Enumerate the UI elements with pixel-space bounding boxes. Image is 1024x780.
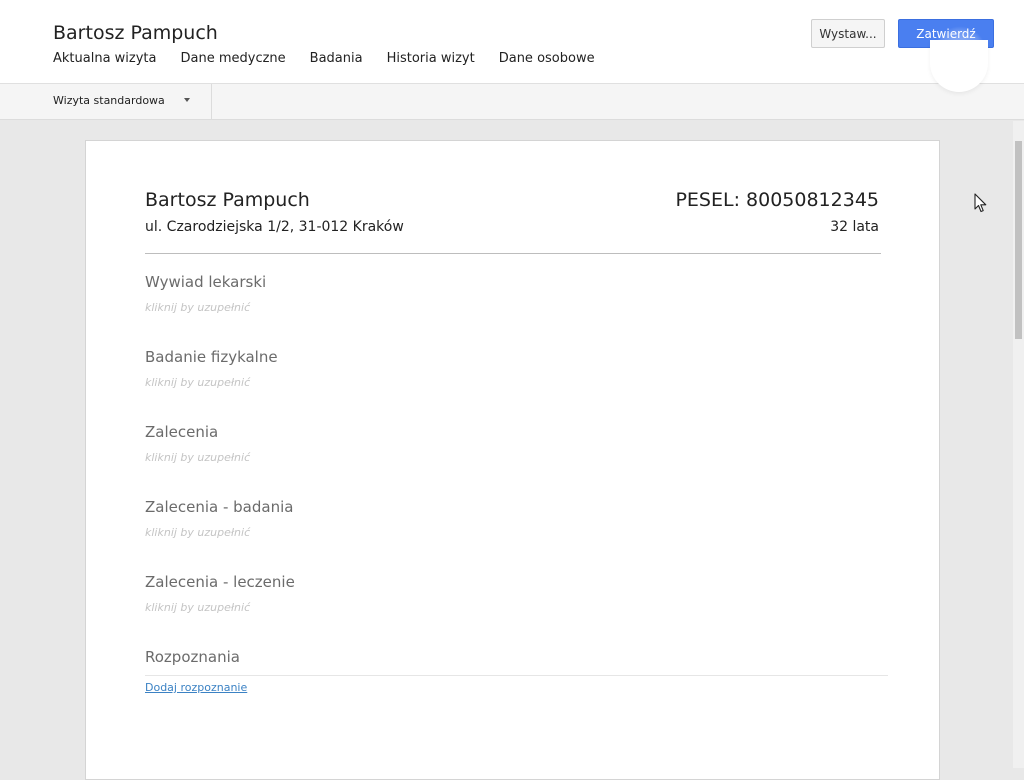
document-age: 32 lata xyxy=(830,219,879,235)
physical-exam-field[interactable]: kliknij by uzupełnić xyxy=(145,376,881,389)
tab-personal-data[interactable]: Dane osobowe xyxy=(499,51,595,66)
section-title: Zalecenia xyxy=(145,423,219,441)
recommendations-treatment-field[interactable]: kliknij by uzupełnić xyxy=(145,601,881,614)
document-patient-address: ul. Czarodziejska 1/2, 31-012 Kraków xyxy=(145,219,404,235)
issue-button[interactable]: Wystaw... xyxy=(811,19,885,48)
visit-type-value: Wizyta standardowa xyxy=(53,94,165,107)
mouse-cursor-icon xyxy=(974,193,987,213)
page-title: Bartosz Pampuch xyxy=(53,22,218,44)
recommendations-tests-field[interactable]: kliknij by uzupełnić xyxy=(145,526,881,539)
visit-document: Bartosz Pampuch ul. Czarodziejska 1/2, 3… xyxy=(85,140,940,780)
tab-current-visit[interactable]: Aktualna wizyta xyxy=(53,51,157,66)
section-medical-interview: Wywiad lekarski kliknij by uzupełnić xyxy=(145,273,881,314)
tab-medical-data[interactable]: Dane medyczne xyxy=(181,51,286,66)
document-patient-name: Bartosz Pampuch xyxy=(145,189,310,211)
visit-type-select[interactable]: Wizyta standardowa xyxy=(0,84,212,120)
section-recommendations-treatment: Zalecenia - leczenie kliknij by uzupełni… xyxy=(145,573,881,614)
section-title: Zalecenia - badania xyxy=(145,498,294,516)
confirm-button-label: Zatwierdź xyxy=(916,26,976,41)
add-diagnosis-link[interactable]: Dodaj rozpoznanie xyxy=(145,681,247,694)
recommendations-field[interactable]: kliknij by uzupełnić xyxy=(145,451,881,464)
toolbar: Wizyta standardowa xyxy=(0,84,1024,120)
section-title: Rozpoznania xyxy=(145,648,240,666)
tab-visit-history[interactable]: Historia wizyt xyxy=(387,51,475,66)
scrollbar-thumb[interactable] xyxy=(1015,141,1022,339)
section-title: Wywiad lekarski xyxy=(145,273,267,291)
chevron-down-icon xyxy=(184,98,190,102)
content-area: Bartosz Pampuch ul. Czarodziejska 1/2, 3… xyxy=(0,121,1013,780)
tab-examinations[interactable]: Badania xyxy=(310,51,363,66)
document-divider xyxy=(145,253,881,254)
diagnoses-divider xyxy=(145,675,888,676)
section-recommendations: Zalecenia kliknij by uzupełnić xyxy=(145,423,881,464)
section-title: Zalecenia - leczenie xyxy=(145,573,295,591)
nav-tabs: Aktualna wizyta Dane medyczne Badania Hi… xyxy=(53,51,595,66)
section-diagnoses: Rozpoznania xyxy=(145,648,881,666)
medical-interview-field[interactable]: kliknij by uzupełnić xyxy=(145,301,881,314)
section-recommendations-tests: Zalecenia - badania kliknij by uzupełnić xyxy=(145,498,881,539)
scrollbar[interactable] xyxy=(1013,121,1024,768)
document-pesel: PESEL: 80050812345 xyxy=(675,189,879,211)
app-header: Bartosz Pampuch Aktualna wizyta Dane med… xyxy=(0,0,1024,84)
section-title: Badanie fizykalne xyxy=(145,348,278,366)
section-physical-exam: Badanie fizykalne kliknij by uzupełnić xyxy=(145,348,881,389)
